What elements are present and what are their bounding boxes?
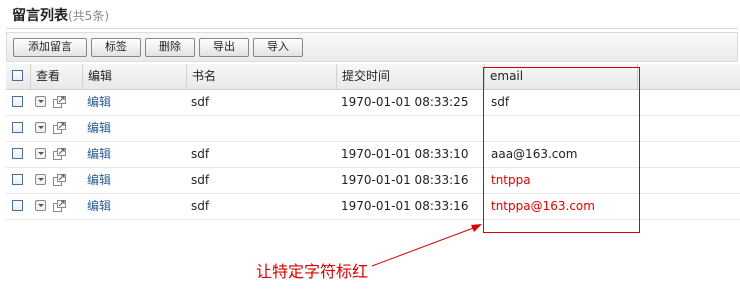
annotation-label: 让特定字符标红 [256,262,369,281]
annotation-arrow [371,224,482,267]
